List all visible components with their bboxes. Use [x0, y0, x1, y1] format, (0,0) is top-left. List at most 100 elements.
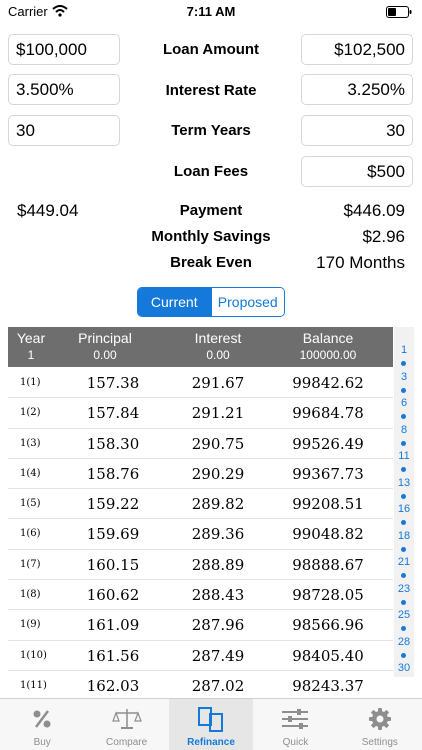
break-even-label: Break Even — [170, 254, 252, 271]
row-year: 1(1) — [20, 377, 41, 388]
index-item[interactable]: 28 — [394, 636, 414, 648]
index-dot — [401, 573, 406, 578]
table-row[interactable]: 1(2) 157.84 291.21 99684.78 — [8, 398, 393, 429]
row-principal: 161.09 — [86, 616, 140, 635]
table-row[interactable]: 1(6) 159.69 289.36 99048.82 — [8, 519, 393, 550]
table-row[interactable]: 1(8) 160.62 288.43 98728.05 — [8, 580, 393, 611]
row-year: 1(3) — [20, 437, 41, 449]
row-interest: 289.82 — [191, 495, 245, 514]
table-row[interactable]: 1(1) 157.38 291.67 99842.62 — [8, 368, 393, 399]
row-interest: 287.02 — [191, 676, 245, 695]
index-item[interactable]: 18 — [394, 530, 414, 542]
table-row[interactable]: 1(4) 158.76 290.29 99367.73 — [8, 459, 393, 490]
tab-settings-label: Settings — [361, 737, 398, 748]
index-item[interactable]: 6 — [394, 397, 414, 409]
gear-icon — [368, 707, 392, 736]
status-bar: Carrier 7:11 AM — [0, 0, 422, 22]
row-year: 1(9) — [20, 619, 41, 631]
row-year: 1(6) — [20, 528, 41, 540]
schedule-segmented-control: Current Proposed — [137, 287, 285, 317]
row-balance: 98566.96 — [292, 616, 364, 635]
clock: 7:11 AM — [186, 4, 236, 19]
segment-proposed[interactable]: Proposed — [210, 288, 284, 316]
index-item[interactable]: 16 — [394, 503, 414, 515]
amortization-header: Year 1 Principal 0.00 Interest 0.00 Bala… — [8, 327, 393, 367]
index-dot — [401, 361, 406, 366]
tab-quick[interactable]: Quick — [253, 699, 337, 750]
index-item[interactable]: 8 — [394, 424, 414, 436]
tab-compare-label: Compare — [106, 737, 148, 748]
amortization-table[interactable]: 1(1) 157.38 291.67 99842.62 1(2) 157.84 291.2… — [8, 368, 393, 698]
row-interest: 291.67 — [191, 374, 245, 392]
documents-icon — [196, 707, 226, 738]
row-principal: 158.30 — [86, 434, 140, 453]
row-interest: 288.43 — [191, 586, 245, 605]
interest-rate-label: Interest Rate — [165, 82, 257, 99]
index-item[interactable]: 23 — [394, 583, 414, 595]
table-row[interactable]: 1(11) 162.03 287.02 98243.37 — [8, 671, 393, 698]
table-row[interactable]: 1(9) 161.09 287.96 98566.96 — [8, 610, 393, 641]
row-interest: 291.21 — [191, 404, 245, 423]
row-principal: 160.62 — [86, 586, 140, 605]
principal-header-value: 0.00 — [93, 348, 117, 362]
principal-header: Principal — [78, 330, 132, 346]
loan-fees-field[interactable]: $500 — [301, 156, 413, 187]
row-principal: 159.22 — [86, 495, 140, 514]
row-interest: 290.75 — [191, 434, 245, 453]
row-year: 1(11) — [20, 679, 47, 691]
row-balance: 99208.51 — [292, 495, 364, 514]
index-item[interactable]: 30 — [394, 662, 414, 674]
monthly-savings-value: $2.96 — [362, 227, 405, 246]
current-term-years-field[interactable]: 30 — [8, 115, 120, 146]
index-dot — [401, 600, 406, 605]
row-balance: 99367.73 — [292, 464, 364, 483]
index-item[interactable]: 1 — [394, 344, 414, 356]
segment-current[interactable]: Current — [138, 288, 211, 316]
row-year: 1(7) — [20, 558, 41, 570]
row-year: 1(4) — [20, 467, 41, 479]
index-item[interactable]: 25 — [394, 609, 414, 621]
row-year: 1(8) — [20, 589, 41, 601]
payment-label: Payment — [179, 202, 243, 219]
index-item[interactable]: 13 — [394, 477, 414, 489]
proposed-payment-value: $446.09 — [343, 201, 405, 220]
row-interest: 287.49 — [191, 646, 245, 665]
index-dot — [401, 520, 406, 525]
tab-buy-label: Buy — [33, 737, 51, 748]
row-balance: 99526.49 — [292, 434, 364, 453]
table-row[interactable]: 1(10) 161.56 287.49 98405.40 — [8, 641, 393, 671]
tab-buy[interactable]: Buy — [0, 699, 84, 750]
percent-icon — [30, 707, 54, 736]
proposed-loan-amount-field[interactable]: $102,500 — [301, 34, 413, 65]
balance-header-value: 100000.00 — [299, 348, 357, 362]
tab-refinance[interactable]: Refinance — [168, 699, 254, 750]
index-dot — [401, 547, 406, 552]
tab-quick-label: Quick — [282, 737, 309, 748]
tab-settings[interactable]: Settings — [338, 699, 422, 750]
index-dot — [401, 388, 406, 393]
index-dot — [401, 467, 406, 472]
index-item[interactable]: 21 — [394, 556, 414, 568]
row-balance: 98728.05 — [292, 586, 364, 605]
row-interest: 289.36 — [191, 525, 245, 544]
loan-amount-label: Loan Amount — [162, 41, 260, 58]
proposed-term-years-field[interactable]: 30 — [301, 115, 413, 146]
section-index-bar[interactable]: 1 3 6 8 11 13 16 18 21 23 25 28 30 — [394, 327, 414, 677]
table-row[interactable]: 1(3) 158.30 290.75 99526.49 — [8, 429, 393, 459]
row-principal: 161.56 — [86, 646, 140, 665]
table-row[interactable]: 1(7) 160.15 288.89 98888.67 — [8, 550, 393, 581]
tab-compare[interactable]: Compare — [84, 699, 168, 750]
scale-icon — [111, 707, 142, 736]
proposed-interest-rate-field[interactable]: 3.250% — [301, 74, 413, 105]
row-interest: 290.29 — [191, 464, 245, 483]
index-item[interactable]: 3 — [394, 371, 414, 383]
interest-header-value: 0.00 — [206, 348, 230, 362]
index-item[interactable]: 11 — [394, 450, 414, 462]
current-interest-rate-field[interactable]: 3.500% — [8, 74, 120, 105]
table-row[interactable]: 1(5) 159.22 289.82 99208.51 — [8, 489, 393, 520]
row-principal: 157.38 — [86, 374, 140, 392]
current-loan-amount-field[interactable]: $100,000 — [8, 34, 120, 65]
row-interest: 287.96 — [191, 616, 245, 635]
row-year: 1(5) — [20, 498, 41, 510]
row-balance: 99048.82 — [292, 525, 364, 544]
